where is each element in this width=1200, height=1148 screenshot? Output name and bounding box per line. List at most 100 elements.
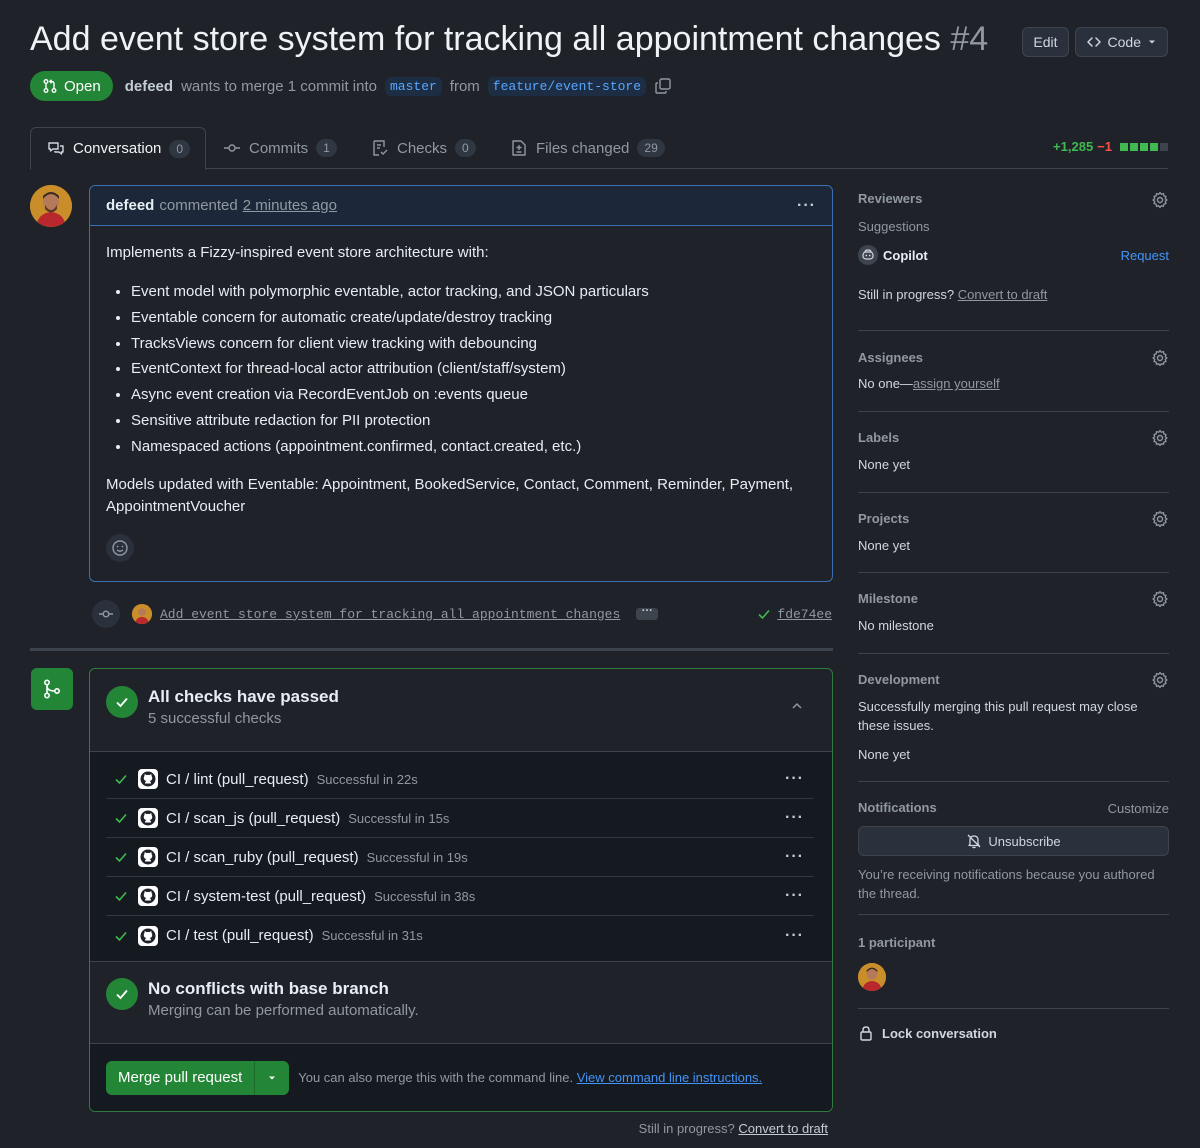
chevron-up-icon[interactable]	[790, 699, 804, 713]
check-row[interactable]: CI / test (pull_request) Successful in 3…	[106, 916, 814, 955]
sidebar-reviewers: Reviewers Suggestions Copilot Request St…	[858, 185, 1169, 331]
gear-icon[interactable]	[1151, 349, 1169, 367]
comment-body: Implements a Fizzy-inspired event store …	[90, 226, 832, 518]
request-review-link[interactable]: Request	[1121, 248, 1169, 263]
tab-conversation[interactable]: Conversation 0	[30, 127, 206, 170]
tab-checks[interactable]: Checks 0	[355, 127, 492, 169]
checks-title: All checks have passed	[148, 687, 339, 706]
development-value: None yet	[858, 747, 911, 762]
check-options-icon[interactable]: ···	[785, 887, 804, 905]
github-icon	[138, 886, 158, 906]
edit-button-label: Edit	[1033, 34, 1058, 50]
commit-sha-link[interactable]: fde74ee	[777, 607, 832, 622]
copy-icon[interactable]	[654, 77, 672, 95]
checks-summary[interactable]: All checks have passed 5 successful chec…	[90, 669, 832, 751]
tab-commits[interactable]: Commits 1	[207, 127, 353, 169]
bell-slash-icon	[966, 833, 982, 849]
edit-button[interactable]: Edit	[1022, 27, 1069, 57]
comment-bullet-list: Event model with polymorphic eventable, …	[131, 279, 816, 460]
head-branch[interactable]: feature/event-store	[487, 76, 647, 96]
gear-icon[interactable]	[1151, 671, 1169, 689]
check-row[interactable]: CI / scan_js (pull_request) Successful i…	[106, 799, 814, 838]
tab-checks-count: 0	[455, 139, 476, 157]
customize-link[interactable]: Customize	[1108, 799, 1169, 818]
merge-options-button[interactable]	[255, 1060, 290, 1095]
check-options-icon[interactable]: ···	[785, 809, 804, 827]
reviewers-still-in-progress: Still in progress? Convert to draft	[858, 285, 1047, 304]
lock-conversation-button[interactable]: Lock conversation	[858, 1009, 1169, 1057]
list-item: TracksViews concern for client view trac…	[131, 331, 816, 357]
github-icon	[138, 769, 158, 789]
check-options-icon[interactable]: ···	[785, 848, 804, 866]
merge-footer: Merge pull request You can also merge th…	[90, 1043, 832, 1111]
milestone-title[interactable]: Milestone	[858, 591, 918, 606]
commit-expand-button[interactable]: ···	[636, 606, 659, 620]
participant-avatar[interactable]	[858, 963, 886, 991]
tab-files-changed[interactable]: Files changed 29	[494, 127, 681, 169]
development-title[interactable]: Development	[858, 672, 940, 687]
add-reaction-button[interactable]	[106, 534, 134, 562]
check-options-icon[interactable]: ···	[785, 770, 804, 788]
reviewers-suggestions-label: Suggestions	[858, 219, 930, 234]
code-button[interactable]: Code	[1074, 27, 1168, 57]
author-avatar[interactable]	[30, 185, 72, 227]
command-line-instructions-link[interactable]: View command line instructions.	[577, 1070, 762, 1085]
commit-author-avatar[interactable]	[132, 604, 152, 624]
comment-options-icon[interactable]: ···	[797, 197, 816, 215]
comment-time[interactable]: 2 minutes ago	[243, 197, 337, 214]
pr-description-comment: defeed commented 2 minutes ago ··· Imple…	[89, 185, 833, 582]
check-icon	[114, 772, 128, 786]
gear-icon[interactable]	[1151, 191, 1169, 209]
check-status: Successful in 38s	[374, 888, 476, 904]
reviewers-title[interactable]: Reviewers	[858, 191, 922, 206]
sidebar-participants: 1 participant	[858, 915, 1169, 1009]
convert-to-draft-link[interactable]: Convert to draft	[738, 1121, 828, 1136]
assignees-value: No one—assign yourself	[858, 374, 1000, 393]
code-icon	[1086, 34, 1102, 50]
github-icon	[138, 847, 158, 867]
conflicts-summary: No conflicts with base branch Merging ca…	[90, 962, 832, 1044]
sidebar-labels: Labels None yet	[858, 412, 1169, 493]
merge-hint: You can also merge this with the command…	[298, 1070, 762, 1085]
tab-files-count: 29	[637, 139, 665, 157]
labels-title[interactable]: Labels	[858, 430, 899, 445]
gear-icon[interactable]	[1151, 510, 1169, 528]
assignees-title[interactable]: Assignees	[858, 350, 923, 365]
convert-to-draft-link[interactable]: Convert to draft	[958, 287, 1048, 302]
check-name: CI / system-test (pull_request)	[166, 887, 367, 905]
comment-action: commented	[159, 197, 238, 214]
comment-author[interactable]: defeed	[106, 197, 154, 214]
check-icon	[114, 929, 128, 943]
projects-title[interactable]: Projects	[858, 511, 909, 526]
tab-commits-label: Commits	[249, 139, 309, 157]
check-options-icon[interactable]: ···	[785, 927, 804, 945]
author-link[interactable]: defeed	[125, 78, 173, 95]
tab-files-label: Files changed	[536, 139, 630, 157]
gear-icon[interactable]	[1151, 429, 1169, 447]
state-label: Open	[64, 77, 101, 95]
file-diff-icon	[510, 139, 528, 157]
check-status: Successful in 22s	[316, 771, 418, 787]
base-branch[interactable]: master	[384, 76, 442, 96]
pr-title-text: Add event store system for tracking all …	[30, 20, 941, 58]
check-icon	[114, 850, 128, 864]
unsubscribe-button[interactable]: Unsubscribe	[858, 826, 1169, 856]
assign-yourself-link[interactable]: assign yourself	[913, 376, 1000, 391]
check-row[interactable]: CI / system-test (pull_request) Successf…	[106, 877, 814, 916]
from-text: from	[449, 77, 480, 95]
diffstat-block	[1140, 142, 1148, 151]
code-button-label: Code	[1107, 34, 1141, 50]
merge-pull-request-button[interactable]: Merge pull request	[106, 1060, 256, 1095]
check-row[interactable]: CI / scan_ruby (pull_request) Successful…	[106, 838, 814, 877]
comment-discussion-icon	[47, 140, 65, 158]
notifications-title: Notifications	[858, 800, 937, 815]
participants-title: 1 participant	[858, 935, 936, 950]
pr-number: #4	[950, 20, 989, 58]
github-icon	[138, 808, 158, 828]
unsubscribe-label: Unsubscribe	[988, 833, 1061, 849]
git-merge-icon	[31, 668, 73, 710]
check-row[interactable]: CI / lint (pull_request) Successful in 2…	[106, 760, 814, 799]
checks-list: CI / lint (pull_request) Successful in 2…	[90, 751, 832, 962]
commit-message[interactable]: Add event store system for tracking all …	[160, 607, 620, 622]
gear-icon[interactable]	[1151, 590, 1169, 608]
